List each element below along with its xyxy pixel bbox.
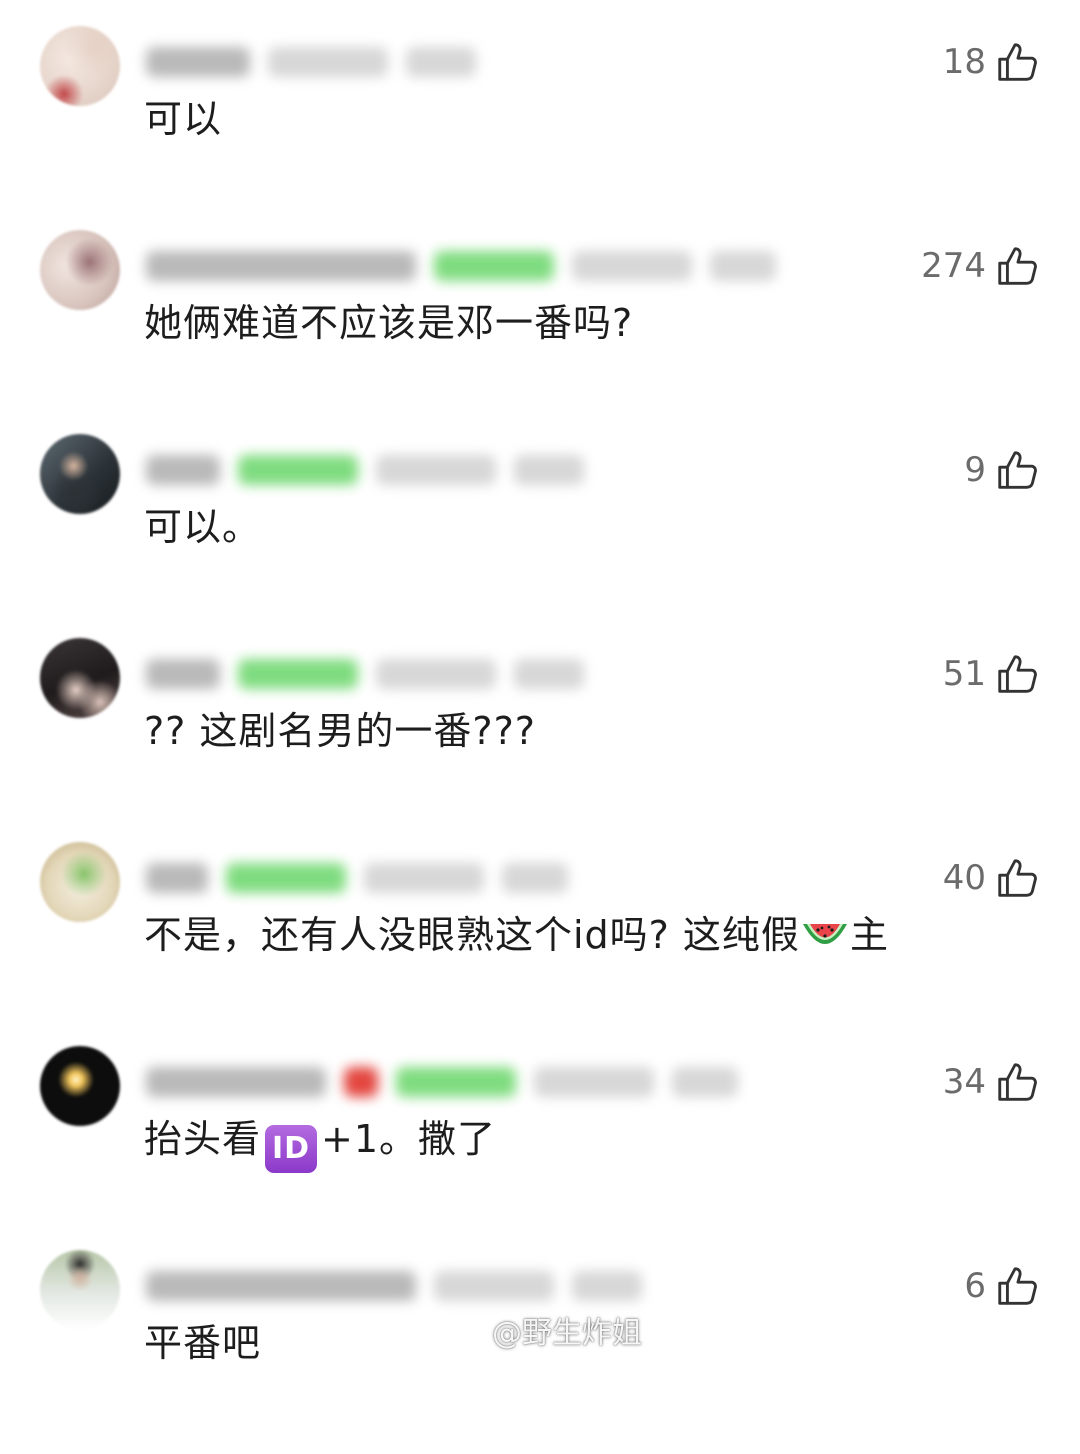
location-blurred (710, 251, 776, 281)
location-blurred (514, 659, 584, 689)
avatar[interactable] (40, 434, 120, 514)
username-blurred[interactable] (146, 47, 250, 77)
comment-text-part: 不是，还有人没眼熟这个id吗? 这纯假 (144, 913, 800, 957)
comment-meta (146, 654, 584, 694)
like-count: 40 (942, 858, 986, 898)
weibo-icon (447, 1317, 483, 1346)
thumbs-up-icon (998, 1063, 1037, 1101)
avatar[interactable] (40, 230, 120, 310)
username-blurred[interactable] (146, 251, 416, 281)
comment-meta (146, 246, 776, 286)
badge-blurred (396, 1067, 516, 1097)
comment-item: ?? 这剧名男的一番??? 51 (0, 638, 1080, 842)
location-blurred (406, 47, 476, 77)
avatar[interactable] (40, 1046, 120, 1126)
avatar[interactable] (40, 842, 120, 922)
like-button[interactable]: 18 (943, 32, 1040, 92)
like-button[interactable]: 40 (943, 848, 1040, 908)
comment-item: 抬头看 ID +1。撒了 34 (0, 1046, 1080, 1250)
watermark-text: @野生炸姐 (492, 1316, 642, 1351)
thumbs-up-icon (998, 451, 1037, 489)
comment-text: 不是，还有人没眼熟这个id吗? 这纯假 主 (144, 904, 889, 959)
username-blurred[interactable] (146, 1067, 326, 1097)
comment-meta (146, 858, 568, 898)
like-count: 51 (942, 654, 986, 694)
avatar[interactable] (40, 638, 120, 718)
comment-text: 可以 (144, 97, 223, 141)
avatar[interactable] (40, 1250, 120, 1330)
timestamp-blurred (534, 1067, 654, 1097)
badge-blurred (238, 659, 358, 689)
like-button[interactable]: 51 (943, 644, 1040, 704)
badge-blurred (238, 455, 358, 485)
comment-meta (146, 1266, 642, 1306)
like-count: 274 (921, 246, 986, 286)
comment-text: 可以。 (144, 505, 262, 549)
like-button[interactable]: 34 (943, 1052, 1040, 1112)
like-count: 6 (964, 1266, 986, 1306)
comment-text: 平番吧 (144, 1321, 262, 1365)
watermark: @野生炸姐 (446, 1308, 642, 1352)
username-blurred[interactable] (146, 659, 220, 689)
thumbs-up-icon (998, 1267, 1037, 1305)
comment-text-part: +1。撒了 (321, 1117, 497, 1161)
avatar[interactable] (40, 26, 120, 106)
badge-blurred (434, 251, 554, 281)
id-badge: ID (265, 1125, 318, 1173)
thumbs-up-icon (998, 247, 1037, 285)
comment-text: 抬头看 ID +1。撒了 (144, 1108, 496, 1173)
username-blurred[interactable] (146, 1271, 416, 1301)
timestamp-blurred (376, 659, 496, 689)
heart-icon (344, 1067, 378, 1097)
like-button[interactable]: 9 (964, 440, 1040, 500)
location-blurred (514, 455, 584, 485)
comment-text-part: 主 (849, 913, 889, 957)
comment-meta (146, 450, 584, 490)
location-blurred (502, 863, 568, 893)
watermelon-icon (802, 924, 847, 944)
like-button[interactable]: 274 (921, 236, 1040, 296)
timestamp-blurred (364, 863, 484, 893)
like-button[interactable]: 6 (964, 1256, 1040, 1316)
comment-meta (146, 42, 476, 82)
like-count: 34 (942, 1062, 986, 1102)
comment-text: ?? 这剧名男的一番??? (144, 709, 536, 753)
comment-text: 她俩难道不应该是邓一番吗? (144, 301, 634, 345)
location-blurred (672, 1067, 738, 1097)
timestamp-blurred (572, 251, 692, 281)
comment-item: 不是，还有人没眼熟这个id吗? 这纯假 主 40 (0, 842, 1080, 1046)
badge-blurred (226, 863, 346, 893)
username-blurred[interactable] (146, 455, 220, 485)
like-count: 9 (964, 450, 986, 490)
comment-text-part: 抬头看 (144, 1117, 262, 1161)
location-blurred (572, 1271, 642, 1301)
thumbs-up-icon (998, 655, 1037, 693)
thumbs-up-icon (998, 859, 1037, 897)
comment-item: 可以 18 (0, 26, 1080, 230)
comment-item: 可以。 9 (0, 434, 1080, 638)
username-blurred[interactable] (146, 863, 208, 893)
like-count: 18 (942, 42, 986, 82)
timestamp-blurred (434, 1271, 554, 1301)
comment-item: 平番吧 6 (0, 1250, 1080, 1454)
comment-item: 她俩难道不应该是邓一番吗? 274 (0, 230, 1080, 434)
comment-meta (146, 1062, 738, 1102)
thumbs-up-icon (998, 43, 1037, 81)
timestamp-blurred (268, 47, 388, 77)
timestamp-blurred (376, 455, 496, 485)
